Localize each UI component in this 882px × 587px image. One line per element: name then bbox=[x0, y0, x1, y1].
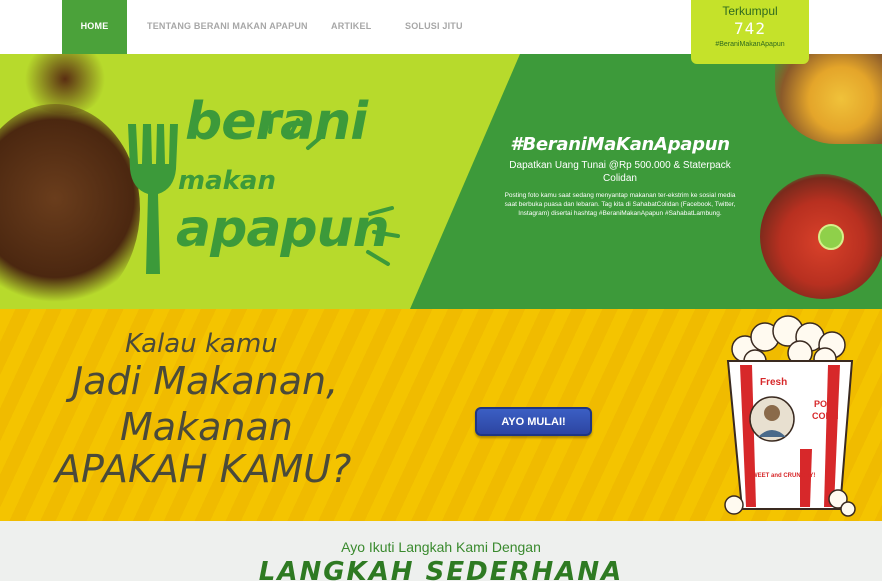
fork-icon bbox=[128, 124, 178, 274]
quiz-line-1: Kalau kamu bbox=[125, 329, 278, 359]
counter-hashtag: #BeraniMakanApapun bbox=[715, 41, 785, 48]
promo-description: Posting foto kamu saat sedang menyantap … bbox=[504, 192, 736, 217]
popcorn-sweet-label: SWEET and CRUNCHY! bbox=[748, 473, 815, 479]
spice-scatter-image bbox=[20, 54, 110, 114]
nav-artikel[interactable]: ARTIKEL bbox=[331, 0, 371, 54]
steps-section: Ayo Ikuti Langkah Kami Dengan LANGKAH SE… bbox=[0, 521, 882, 587]
promo-block: #BeraniMaKanApapun Dapatkan Uang Tunai @… bbox=[495, 134, 745, 218]
nav-solusi-jitu[interactable]: SOLUSI JITU bbox=[405, 0, 463, 54]
promo-subheading: Dapatkan Uang Tunai @Rp 500.000 & Stater… bbox=[509, 160, 731, 184]
popcorn-pop-label: POP bbox=[814, 399, 833, 409]
lime-image bbox=[818, 224, 844, 250]
nav-tentang[interactable]: TENTANG BERANI MAKAN APAPUN bbox=[147, 0, 308, 54]
promo-heading: #BeraniMaKanApapun bbox=[510, 134, 730, 155]
steps-intro: Ayo Ikuti Langkah Kami Dengan bbox=[341, 539, 541, 555]
quiz-line-2: Jadi Makanan, bbox=[72, 359, 339, 403]
hero-banner: berani makan apapun #BeraniMaKanApapun D… bbox=[0, 54, 882, 309]
steps-title: LANGKAH SEDERHANA bbox=[258, 557, 624, 587]
counter-value: 742 bbox=[734, 19, 766, 38]
sparkle-rays-icon bbox=[268, 114, 400, 266]
submission-counter: Terkumpul 742 #BeraniMakanApapun bbox=[691, 0, 809, 64]
nav-home[interactable]: HOME bbox=[62, 0, 127, 54]
spice-pile-image bbox=[0, 104, 140, 309]
quiz-line-3: Makanan bbox=[120, 405, 293, 449]
quiz-line-4: APAKAH KAMU? bbox=[55, 447, 352, 491]
popcorn-corn-label: CORN bbox=[812, 411, 839, 421]
popcorn-fresh-label: Fresh bbox=[760, 377, 787, 388]
counter-title: Terkumpul bbox=[722, 4, 778, 18]
start-quiz-button[interactable]: AYO MULAI! bbox=[475, 407, 592, 436]
quiz-banner: Kalau kamu Jadi Makanan, Makanan APAKAH … bbox=[0, 309, 882, 521]
popcorn-illustration: Fresh POP CORN SWEET and CRUNCHY! bbox=[724, 315, 856, 517]
